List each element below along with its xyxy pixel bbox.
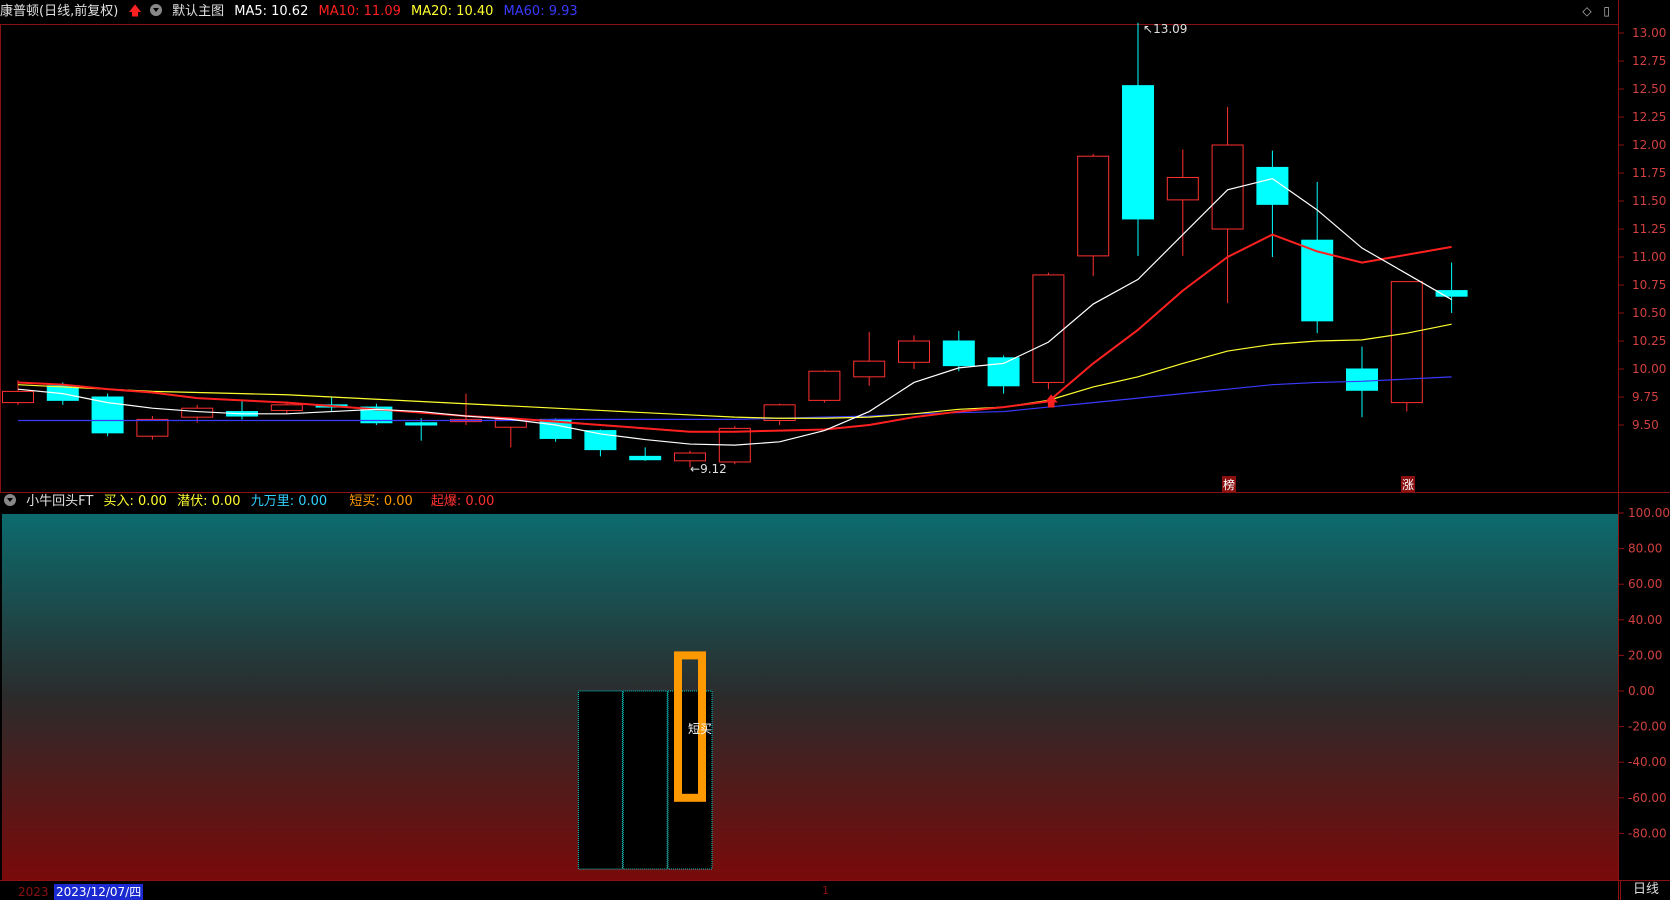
candle-up [2,390,34,404]
price-tick-label: 12.50 [1632,82,1666,96]
price-tick-label: 10.50 [1632,306,1666,320]
price-tick-label: 10.00 [1632,362,1666,376]
low-price-value: 9.12 [700,462,727,476]
indicator-header: 小牛回头FT 买入: 0.00 潜伏: 0.00 九万里: 0.00 短买: 0… [0,490,500,514]
indicator-tick-label: 40.00 [1628,613,1662,627]
indicator-takeoff: 起爆: 0.00 [430,494,495,509]
mark-bang: 榜 [1222,476,1237,493]
indicator-bar [622,690,668,870]
indicator-name[interactable]: 小牛回头FT [26,494,93,509]
candle-up [1077,155,1110,257]
price-tick-label: 13.00 [1632,26,1666,40]
indicator-tick-label: 60.00 [1628,577,1662,591]
candle-down [942,340,975,367]
date-cursor-label: 2023/12/07/四 [54,884,144,900]
candle-up [674,452,706,462]
candle-up [270,404,303,411]
date-faded: 2023 [18,885,49,899]
candle-down [629,455,662,461]
indicator-background [2,514,1618,880]
candle-up [898,340,930,363]
candle-up [1166,176,1199,201]
indicator-tick-label: -40.00 [1628,755,1667,769]
stock-chart[interactable]: 13.00 12.75 12.50 12.25 12.00 11.75 11.50 11.25… [0,0,1670,900]
indicator-bar [577,690,623,870]
price-tick-label: 12.25 [1632,110,1666,124]
indicator-tick-label: 20.00 [1628,648,1662,662]
indicator-tick-label: -80.00 [1628,826,1667,840]
high-price-label: ↖13.09 [1143,22,1187,36]
low-price-label: ←9.12 [690,462,727,476]
indicator-tick-label: 80.00 [1628,542,1662,556]
indicator-tick-label: -60.00 [1628,791,1667,805]
low-arrow-icon: ← [690,462,701,476]
candle-up [1390,281,1423,404]
indicator-tick-label: 0.00 [1628,684,1655,698]
cursor-mark: 1 [822,884,829,897]
mark-zhang: 涨 [1401,476,1416,493]
candle-down [987,357,1020,387]
candle-up [1032,274,1065,383]
price-tick-label: 11.25 [1632,222,1666,236]
price-tick-label: 11.75 [1632,166,1666,180]
indicator-short-buy: 短买: 0.00 [349,494,413,509]
price-tick-label: 12.75 [1632,54,1666,68]
buy-signal-arrow-icon: 🡅 [1044,394,1059,410]
price-tick-label: 11.50 [1632,194,1666,208]
high-price-value: 13.09 [1153,22,1188,36]
indicator-nine: 九万里: 0.00 [250,494,328,509]
indicator-buy: 买入: 0.00 [103,494,167,509]
candle-down [1122,85,1154,220]
candle-up [136,418,169,437]
price-tick-label: 10.75 [1632,278,1666,292]
main-panel-frame [0,24,1619,493]
price-tick-label: 11.00 [1632,250,1666,264]
ma10-line [17,233,1452,433]
price-tick-label: 9.50 [1632,418,1659,432]
price-tick-label: 12.00 [1632,138,1666,152]
indicator-tick-label: -20.00 [1628,720,1667,734]
price-tick-label: 9.75 [1632,390,1659,404]
price-tick-label: 10.25 [1632,334,1666,348]
high-arrow-icon: ↖ [1143,22,1154,36]
ma20-line [17,323,1452,419]
indicator-tick-label: 100.00 [1628,506,1670,520]
indicator-lurk: 潜伏: 0.00 [177,494,241,509]
candle-up [853,360,886,378]
indicator-bar-label: 短买 [688,722,713,736]
candle-up [808,370,841,401]
candle-down [1346,368,1378,391]
period-label[interactable]: 日线 [1620,880,1670,900]
candle-down [405,422,438,426]
indicator-dropdown-icon[interactable] [4,494,16,506]
